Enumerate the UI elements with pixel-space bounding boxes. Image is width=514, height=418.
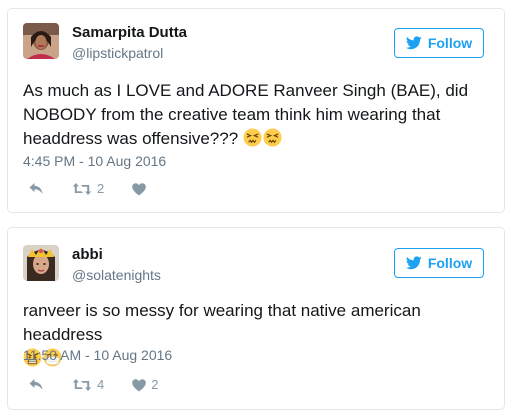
retweet-button[interactable]: 2 xyxy=(72,182,104,196)
tweet-actions: 4 2 xyxy=(28,376,186,394)
reply-icon xyxy=(28,378,44,392)
tweet-timestamp[interactable]: 4:45 PM - 10 Aug 2016 xyxy=(23,153,166,170)
tweet-card: Samarpita Dutta @lipstickpatrol Follow A… xyxy=(7,8,505,213)
author-name[interactable]: Samarpita Dutta xyxy=(72,24,187,42)
author-name[interactable]: abbi xyxy=(72,246,103,264)
author-handle[interactable]: @solatenights xyxy=(72,267,161,284)
twitter-bird-icon xyxy=(405,36,422,50)
follow-label: Follow xyxy=(427,255,473,271)
reply-icon xyxy=(28,182,44,196)
like-button[interactable] xyxy=(132,182,151,196)
twitter-bird-icon xyxy=(405,256,422,270)
tweet-text: As much as I LOVE and ADORE Ranveer Sing… xyxy=(23,79,493,151)
heart-icon xyxy=(132,378,147,392)
like-button[interactable]: 2 xyxy=(132,378,158,392)
follow-button[interactable]: Follow xyxy=(394,248,484,278)
persevering-face-emoji xyxy=(263,128,282,147)
avatar[interactable] xyxy=(23,245,59,281)
tweet-actions: 2 xyxy=(28,180,179,198)
follow-button[interactable]: Follow xyxy=(394,28,484,58)
retweet-count: 2 xyxy=(97,181,105,196)
retweet-icon xyxy=(72,378,92,392)
tweet-text-content: ranveer is so messy for wearing that nat… xyxy=(23,301,421,344)
like-count: 2 xyxy=(151,377,159,392)
reply-button[interactable] xyxy=(28,182,44,196)
retweet-count: 4 xyxy=(97,377,105,392)
avatar[interactable] xyxy=(23,23,59,59)
retweet-icon xyxy=(72,182,92,196)
tweet-timestamp[interactable]: 11:50 AM - 10 Aug 2016 xyxy=(23,347,172,364)
retweet-button[interactable]: 4 xyxy=(72,378,104,392)
follow-label: Follow xyxy=(427,35,473,51)
heart-icon xyxy=(132,182,147,196)
reply-button[interactable] xyxy=(28,378,44,392)
persevering-face-emoji xyxy=(243,128,262,147)
tweet-card: abbi @solatenights Follow ranveer is so … xyxy=(7,227,505,410)
author-handle[interactable]: @lipstickpatrol xyxy=(72,45,163,62)
